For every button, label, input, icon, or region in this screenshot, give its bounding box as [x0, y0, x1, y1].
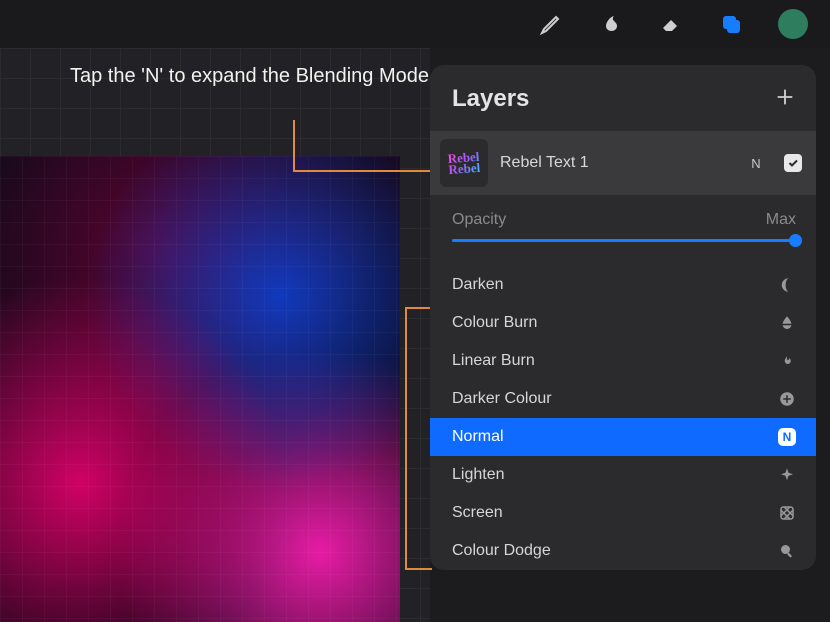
blend-mode-normal[interactable]: Normal N [430, 418, 816, 456]
add-layer-button[interactable] [774, 86, 796, 113]
blend-mode-label: Lighten [452, 466, 505, 484]
blend-mode-letter[interactable]: N [748, 156, 764, 171]
blend-mode-label: Darken [452, 276, 504, 294]
blend-mode-darker-colour[interactable]: Darker Colour [430, 380, 816, 418]
moon-icon [778, 276, 796, 294]
layers-panel: Layers RebelRebel Rebel Text 1 N Opacity… [430, 65, 816, 570]
blend-mode-label: Colour Burn [452, 314, 537, 332]
opacity-label: Opacity [452, 211, 506, 229]
eraser-icon[interactable] [658, 11, 684, 37]
blend-mode-darken[interactable]: Darken [430, 266, 816, 304]
callout-bracket [405, 307, 407, 570]
layers-header: Layers [430, 65, 816, 131]
opacity-value: Max [766, 211, 796, 229]
hatch-icon [778, 504, 796, 522]
layer-row[interactable]: RebelRebel Rebel Text 1 N [430, 131, 816, 195]
layer-visibility-checkbox[interactable] [784, 154, 802, 172]
blend-mode-colour-dodge[interactable]: Colour Dodge [430, 532, 816, 570]
layer-thumb-text: RebelRebel [447, 151, 480, 175]
blend-mode-lighten[interactable]: Lighten [430, 456, 816, 494]
callout-line [293, 120, 295, 170]
opacity-slider[interactable] [430, 235, 816, 256]
blend-mode-label: Darker Colour [452, 390, 552, 408]
layer-name-label: Rebel Text 1 [500, 154, 736, 172]
blend-mode-label: Normal [452, 428, 504, 446]
blend-mode-linear-burn[interactable]: Linear Burn [430, 342, 816, 380]
blend-mode-colour-burn[interactable]: Colour Burn [430, 304, 816, 342]
callout-bracket [405, 568, 432, 570]
callout-bracket [405, 307, 432, 309]
panel-title: Layers [452, 85, 529, 113]
opacity-row: Opacity Max [430, 195, 816, 235]
n-badge-icon: N [778, 428, 796, 446]
top-toolbar [0, 0, 830, 48]
layers-icon[interactable] [718, 11, 744, 37]
blend-mode-screen[interactable]: Screen [430, 494, 816, 532]
avatar[interactable] [778, 9, 808, 39]
smudge-icon[interactable] [598, 11, 624, 37]
blend-mode-label: Colour Dodge [452, 542, 551, 560]
canvas-image[interactable] [0, 156, 400, 622]
blend-mode-label: Screen [452, 504, 503, 522]
blend-mode-label: Linear Burn [452, 352, 535, 370]
flame-icon [778, 352, 796, 370]
magnify-icon [778, 542, 796, 560]
layer-thumbnail: RebelRebel [440, 139, 488, 187]
plus-circle-icon [778, 390, 796, 408]
blend-mode-list: Darken Colour Burn Linear Burn Darker Co… [430, 256, 816, 570]
canvas-area [0, 48, 430, 622]
drop-icon [778, 314, 796, 332]
sparkle-icon [778, 466, 796, 484]
brush-icon[interactable] [538, 11, 564, 37]
